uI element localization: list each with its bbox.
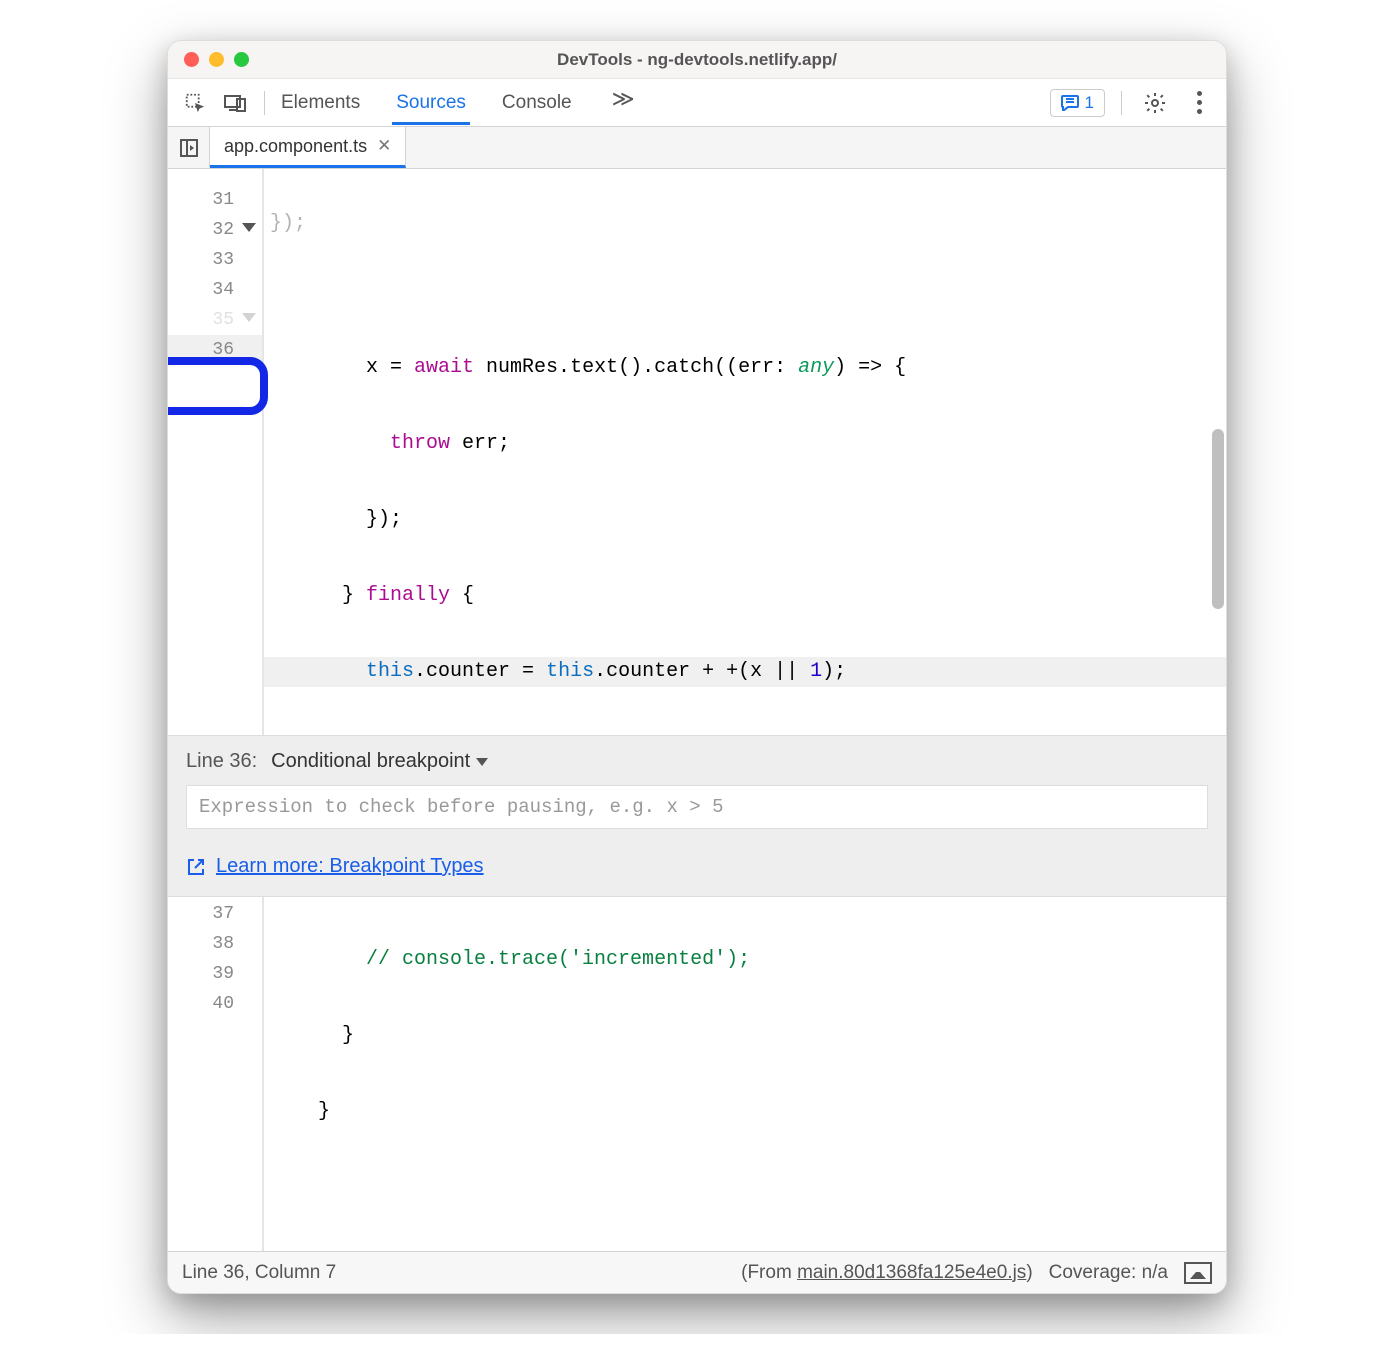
code-37: // console.trace('incremented');: [264, 945, 1226, 975]
more-tabs-button[interactable]: ≫: [604, 82, 643, 124]
toolbar-right: 1: [1050, 86, 1216, 120]
external-link-icon: [186, 857, 206, 877]
close-window-button[interactable]: [184, 52, 199, 67]
traffic-lights: [184, 52, 249, 67]
gutter-31[interactable]: 31: [168, 185, 262, 215]
code-area-lower[interactable]: // console.trace('incremented'); } }: [264, 897, 1226, 1251]
code-31: [264, 277, 1226, 307]
code-35: } finally {: [264, 581, 1226, 611]
minimize-window-button[interactable]: [209, 52, 224, 67]
dropdown-caret-icon: [476, 758, 488, 766]
title-bar: DevTools - ng-devtools.netlify.app/: [168, 41, 1226, 79]
code-39: }: [264, 1097, 1226, 1127]
gutter-35[interactable]: 35: [168, 305, 262, 335]
gutter-33[interactable]: 33: [168, 245, 262, 275]
gutter-39[interactable]: 39: [168, 959, 262, 989]
navigator-toggle-icon[interactable]: [168, 127, 210, 168]
code-34: });: [264, 505, 1226, 535]
code-editor: 31 32 33 34 35 36 }); x = await numRes.t…: [168, 169, 1226, 735]
code-40: [264, 1173, 1226, 1203]
code-editor-lower: 37 38 39 40 // console.trace('incremente…: [168, 897, 1226, 1251]
code-32: x = await numRes.text().catch((err: any)…: [264, 353, 1226, 383]
code-38: }: [264, 1021, 1226, 1051]
settings-gear-icon[interactable]: [1138, 86, 1172, 120]
panel-tabs: Elements Sources Console ≫: [277, 82, 1044, 124]
learn-more-link[interactable]: Learn more: Breakpoint Types: [186, 855, 1208, 878]
gutter-34[interactable]: 34: [168, 275, 262, 305]
line-gutter[interactable]: 31 32 33 34 35 36: [168, 169, 264, 735]
gutter-37[interactable]: 37: [168, 899, 262, 929]
issues-badge[interactable]: 1: [1050, 89, 1105, 117]
code-partial: });: [264, 217, 1226, 231]
issues-count: 1: [1085, 93, 1094, 113]
maximize-window-button[interactable]: [234, 52, 249, 67]
breakpoint-type-dropdown[interactable]: Conditional breakpoint: [271, 750, 488, 773]
gutter-partial: [168, 171, 262, 185]
breakpoint-editor-panel: Line 36: Conditional breakpoint Learn mo…: [168, 735, 1226, 897]
source-map-link[interactable]: main.80d1368fa125e4e0.js: [797, 1262, 1026, 1283]
tab-sources[interactable]: Sources: [392, 82, 470, 124]
gutter-36[interactable]: 36: [168, 335, 262, 365]
more-options-icon[interactable]: [1182, 86, 1216, 120]
file-tab-name: app.component.ts: [224, 136, 367, 157]
code-area[interactable]: }); x = await numRes.text().catch((err: …: [264, 169, 1226, 735]
line-gutter-lower[interactable]: 37 38 39 40: [168, 897, 264, 1251]
toolbar-separator-2: [1121, 91, 1122, 115]
file-tab-app-component[interactable]: app.component.ts ✕: [210, 127, 406, 168]
gutter-32[interactable]: 32: [168, 215, 262, 245]
breakpoint-header: Line 36: Conditional breakpoint: [186, 750, 1208, 773]
gutter-38[interactable]: 38: [168, 929, 262, 959]
fold-icon[interactable]: [242, 223, 256, 232]
close-file-tab-icon[interactable]: ✕: [377, 136, 391, 156]
cursor-position: Line 36, Column 7: [182, 1262, 336, 1284]
main-toolbar: Elements Sources Console ≫ 1: [168, 79, 1226, 127]
status-bar: Line 36, Column 7 (From main.80d1368fa12…: [168, 1251, 1226, 1293]
tab-elements[interactable]: Elements: [277, 82, 364, 124]
tab-console[interactable]: Console: [498, 82, 576, 124]
vertical-scrollbar[interactable]: [1212, 429, 1224, 609]
file-tab-bar: app.component.ts ✕: [168, 127, 1226, 169]
devtools-window: DevTools - ng-devtools.netlify.app/ Elem…: [167, 40, 1227, 1294]
issues-icon: [1061, 95, 1079, 111]
inspect-element-icon[interactable]: [178, 86, 212, 120]
fold-icon[interactable]: [242, 313, 256, 322]
breakpoint-condition-input[interactable]: [186, 785, 1208, 829]
code-33: throw err;: [264, 429, 1226, 459]
device-toolbar-icon[interactable]: [218, 86, 252, 120]
gutter-40[interactable]: 40: [168, 989, 262, 1019]
window-title: DevTools - ng-devtools.netlify.app/: [168, 50, 1226, 70]
coverage-status: Coverage: n/a: [1049, 1262, 1168, 1284]
source-from: (From main.80d1368fa125e4e0.js): [741, 1262, 1033, 1284]
toolbar-separator: [264, 91, 265, 115]
breakpoint-line-label: Line 36:: [186, 750, 257, 773]
drawer-toggle-icon[interactable]: [1184, 1262, 1212, 1284]
code-36: this.counter = this.counter + +(x || 1);: [264, 657, 1226, 687]
